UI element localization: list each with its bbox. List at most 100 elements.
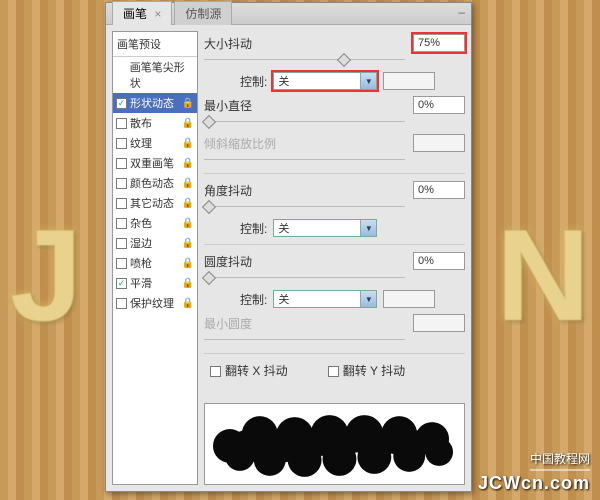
watermark: 中国教程网 JCWcn.com: [478, 450, 590, 494]
tilt-scale-label: 倾斜缩放比例: [204, 135, 276, 152]
lock-icon: 🔒: [182, 298, 194, 309]
checkbox-icon[interactable]: ✓: [116, 278, 127, 289]
control-label-2: 控制:: [240, 220, 267, 237]
angle-jitter-label: 角度抖动: [204, 182, 252, 199]
brush-panel: 画笔 × 仿制源 – 画笔预设 画笔笔尖形状✓形状动态🔒散布🔒纹理🔒双重画笔🔒颜…: [105, 2, 472, 492]
control-label-3: 控制:: [240, 291, 267, 308]
watermark-url: JCWcn.com: [478, 473, 590, 494]
titlebar: 画笔 × 仿制源 –: [106, 3, 471, 25]
sidebar-item-9[interactable]: 喷枪 🔒: [113, 253, 197, 273]
sidebar-item-label: 保护纹理: [130, 295, 174, 311]
sidebar-item-10[interactable]: ✓平滑 🔒: [113, 273, 197, 293]
flip-y-checkbox[interactable]: 翻转 Y 抖动: [328, 362, 405, 379]
flip-x-label: 翻转 X 抖动: [225, 364, 288, 378]
roundness-control-extra: [383, 290, 435, 308]
sidebar-item-label: 颜色动态: [130, 175, 174, 191]
lock-icon: 🔒: [182, 258, 194, 269]
tab-brush-label: 画笔: [123, 7, 147, 21]
roundness-control-value: 关: [278, 291, 289, 307]
sidebar-item-label: 散布: [130, 115, 152, 131]
checkbox-icon[interactable]: [116, 258, 127, 269]
tab-brush[interactable]: 画笔 ×: [112, 1, 172, 25]
size-jitter-value[interactable]: 75%: [413, 34, 465, 52]
checkbox-icon[interactable]: [116, 178, 127, 189]
brush-preview: [204, 403, 465, 485]
tilt-scale-slider: [204, 155, 465, 165]
sidebar-item-label: 湿边: [130, 235, 152, 251]
sidebar-item-label: 画笔笔尖形状: [130, 59, 194, 91]
bg-letter-j: J: [10, 200, 82, 350]
lock-icon: 🔒: [182, 198, 194, 209]
shape-dynamics-settings: 大小抖动 75% 控制: 关 ▼ 最小直径 0%: [204, 31, 465, 485]
checkbox-icon[interactable]: [116, 158, 127, 169]
angle-control-select[interactable]: 关 ▼: [273, 219, 377, 237]
checkbox-icon[interactable]: ✓: [116, 98, 127, 109]
checkbox-icon[interactable]: [116, 138, 127, 149]
sidebar-item-2[interactable]: 散布 🔒: [113, 113, 197, 133]
min-roundness-slider: [204, 335, 465, 345]
sidebar-preset-header[interactable]: 画笔预设: [113, 32, 197, 57]
angle-jitter-value[interactable]: 0%: [413, 181, 465, 199]
sidebar-item-6[interactable]: 其它动态 🔒: [113, 193, 197, 213]
sidebar-item-5[interactable]: 颜色动态 🔒: [113, 173, 197, 193]
roundness-jitter-slider[interactable]: [204, 273, 465, 283]
sidebar-item-7[interactable]: 杂色 🔒: [113, 213, 197, 233]
chevron-down-icon: ▼: [360, 291, 376, 307]
checkbox-icon[interactable]: [116, 218, 127, 229]
lock-icon: 🔒: [182, 158, 194, 169]
checkbox-icon[interactable]: [116, 198, 127, 209]
sidebar-item-0[interactable]: 画笔笔尖形状: [113, 57, 197, 93]
lock-icon: 🔒: [182, 178, 194, 189]
angle-jitter-slider[interactable]: [204, 202, 465, 212]
size-jitter-slider[interactable]: [204, 55, 465, 65]
sidebar-item-3[interactable]: 纹理 🔒: [113, 133, 197, 153]
bg-letter-n: N: [496, 200, 590, 350]
sidebar-item-label: 纹理: [130, 135, 152, 151]
roundness-control-select[interactable]: 关 ▼: [273, 290, 377, 308]
chevron-down-icon: ▼: [360, 220, 376, 236]
flip-x-checkbox[interactable]: 翻转 X 抖动: [210, 362, 288, 379]
lock-icon: 🔒: [182, 218, 194, 229]
min-roundness-value: [413, 314, 465, 332]
watermark-cn: 中国教程网: [530, 450, 590, 471]
sidebar-item-label: 双重画笔: [130, 155, 174, 171]
min-roundness-label: 最小圆度: [204, 315, 252, 332]
flip-y-label: 翻转 Y 抖动: [343, 364, 405, 378]
checkbox-icon[interactable]: [116, 238, 127, 249]
sidebar-item-label: 喷枪: [130, 255, 152, 271]
size-jitter-label: 大小抖动: [204, 35, 252, 52]
lock-icon: 🔒: [182, 238, 194, 249]
size-control-select[interactable]: 关 ▼: [273, 72, 377, 90]
sidebar-item-label: 杂色: [130, 215, 152, 231]
tab-clone-source[interactable]: 仿制源: [174, 1, 232, 25]
minimize-icon[interactable]: –: [458, 5, 465, 19]
angle-control-value: 关: [278, 220, 289, 236]
brush-options-sidebar: 画笔预设 画笔笔尖形状✓形状动态🔒散布🔒纹理🔒双重画笔🔒颜色动态🔒其它动态🔒杂色…: [112, 31, 198, 485]
sidebar-item-11[interactable]: 保护纹理 🔒: [113, 293, 197, 313]
sidebar-item-label: 形状动态: [130, 95, 174, 111]
lock-icon: 🔒: [182, 138, 194, 149]
sidebar-item-label: 平滑: [130, 275, 152, 291]
sidebar-item-4[interactable]: 双重画笔 🔒: [113, 153, 197, 173]
close-icon[interactable]: ×: [154, 7, 161, 21]
size-control-extra: [383, 72, 435, 90]
tab-clone-label: 仿制源: [185, 7, 221, 21]
size-control-value: 关: [278, 73, 289, 89]
sidebar-item-1[interactable]: ✓形状动态 🔒: [113, 93, 197, 113]
sidebar-item-label: 其它动态: [130, 195, 174, 211]
checkbox-icon[interactable]: [116, 118, 127, 129]
chevron-down-icon: ▼: [360, 73, 376, 89]
control-label-1: 控制:: [240, 73, 267, 90]
sidebar-item-8[interactable]: 湿边 🔒: [113, 233, 197, 253]
roundness-jitter-label: 圆度抖动: [204, 253, 252, 270]
min-diameter-slider[interactable]: [204, 117, 465, 127]
tilt-scale-value: [413, 134, 465, 152]
checkbox-icon[interactable]: [116, 298, 127, 309]
roundness-jitter-value[interactable]: 0%: [413, 252, 465, 270]
lock-icon: 🔒: [182, 118, 194, 129]
min-diameter-value[interactable]: 0%: [413, 96, 465, 114]
lock-icon: 🔒: [182, 98, 194, 109]
min-diameter-label: 最小直径: [204, 97, 252, 114]
lock-icon: 🔒: [182, 278, 194, 289]
brush-stroke-icon: [205, 404, 464, 484]
